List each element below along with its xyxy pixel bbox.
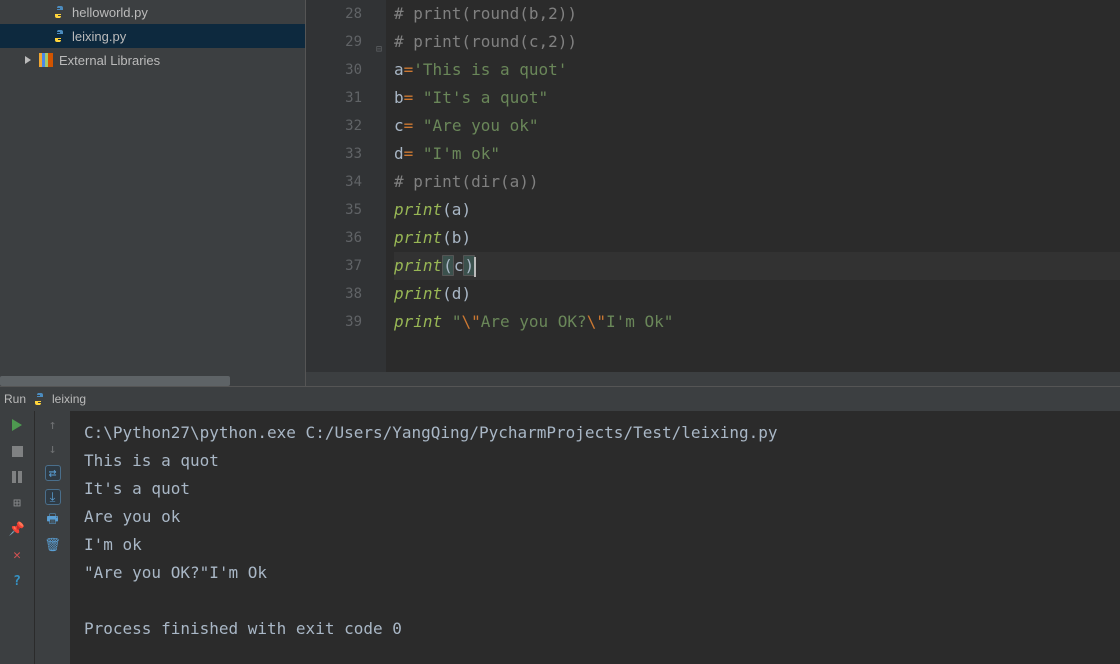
project-file-label: helloworld.py — [72, 5, 148, 20]
project-tree[interactable]: helloworld.py leixing.py External Librari… — [0, 0, 305, 386]
code-line-37[interactable]: print(c) — [394, 252, 1120, 280]
code-line-38[interactable]: print(d) — [394, 280, 1120, 308]
down-stack-button[interactable]: ↓ — [45, 441, 61, 457]
line-number: 31 — [306, 84, 362, 112]
python-file-icon — [52, 29, 66, 43]
code-line-29[interactable]: # print(round(c,2)) — [394, 28, 1120, 56]
code-line-35[interactable]: print(a) — [394, 196, 1120, 224]
project-file-leixing-py[interactable]: leixing.py — [0, 24, 305, 48]
line-number: 36 — [306, 224, 362, 252]
run-toolbar-secondary: ↑ ↓ ⇄ ⤓ 🖶 🗑 — [34, 411, 70, 664]
expand-arrow-icon[interactable] — [25, 56, 31, 64]
project-file-helloworld-py[interactable]: helloworld.py — [0, 0, 305, 24]
external-libraries-label: External Libraries — [59, 53, 160, 68]
help-button[interactable]: ? — [9, 573, 25, 589]
run-header: Run leixing — [0, 387, 1120, 411]
project-file-label: leixing.py — [72, 29, 126, 44]
line-number-gutter: 282930313233343536373839 ⊟ — [306, 0, 386, 386]
line-number: 29 — [306, 28, 362, 56]
code-line-33[interactable]: d= "I'm ok" — [394, 140, 1120, 168]
line-number: 33 — [306, 140, 362, 168]
scroll-to-end-button[interactable]: ⤓ — [45, 489, 61, 505]
print-button[interactable]: 🖶 — [45, 513, 61, 529]
rerun-button[interactable] — [9, 417, 25, 433]
line-number: 34 — [306, 168, 362, 196]
close-button[interactable]: ✕ — [9, 547, 25, 563]
code-line-39[interactable]: print "\"Are you OK?\"I'm Ok" — [394, 308, 1120, 336]
line-number: 32 — [306, 112, 362, 140]
code-area[interactable]: # print(round(b,2))# print(round(c,2))a=… — [386, 0, 1120, 386]
run-config-name: leixing — [52, 392, 86, 406]
pin-button[interactable]: 📌 — [9, 521, 25, 537]
line-number: 38 — [306, 280, 362, 308]
run-toolbar-primary: ⊞ 📌 ✕ ? — [0, 411, 34, 664]
horizontal-scrollbar[interactable] — [0, 376, 230, 386]
python-file-icon — [52, 5, 66, 19]
soft-wrap-button[interactable]: ⇄ — [45, 465, 61, 481]
run-tool-window: Run leixing ⊞ 📌 ✕ ? ↑ ↓ ⇄ ⤓ 🖶 � — [0, 386, 1120, 664]
code-line-28[interactable]: # print(round(b,2)) — [394, 0, 1120, 28]
line-number: 39 — [306, 308, 362, 336]
code-line-32[interactable]: c= "Are you ok" — [394, 112, 1120, 140]
code-line-30[interactable]: a='This is a quot' — [394, 56, 1120, 84]
line-number: 37 — [306, 252, 362, 280]
clear-all-button[interactable]: 🗑 — [45, 537, 61, 553]
code-line-34[interactable]: # print(dir(a)) — [394, 168, 1120, 196]
console-output[interactable]: C:\Python27\python.exe C:/Users/YangQing… — [70, 411, 1120, 664]
code-editor[interactable]: 282930313233343536373839 ⊟ # print(round(… — [305, 0, 1120, 386]
text-caret — [474, 257, 476, 277]
library-icon — [39, 53, 53, 67]
code-line-36[interactable]: print(b) — [394, 224, 1120, 252]
pause-button[interactable] — [9, 469, 25, 485]
code-line-31[interactable]: b= "It's a quot" — [394, 84, 1120, 112]
stop-button[interactable] — [9, 443, 25, 459]
up-stack-button[interactable]: ↑ — [45, 417, 61, 433]
dump-threads-button[interactable]: ⊞ — [9, 495, 25, 511]
line-number: 30 — [306, 56, 362, 84]
fold-icon[interactable]: ⊟ — [376, 36, 382, 64]
line-number: 35 — [306, 196, 362, 224]
line-number: 28 — [306, 0, 362, 28]
run-label: Run — [4, 392, 26, 406]
python-icon — [32, 392, 46, 406]
external-libraries-node[interactable]: External Libraries — [0, 48, 305, 72]
editor-bottom-strip — [306, 372, 1120, 386]
